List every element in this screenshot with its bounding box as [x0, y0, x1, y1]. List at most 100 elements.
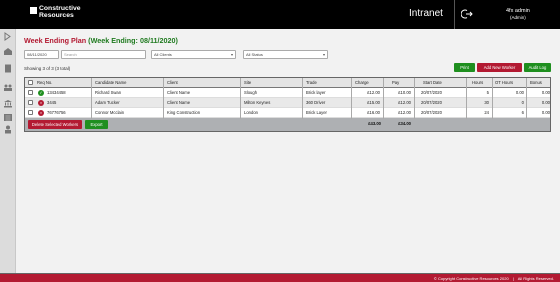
- top-bar: Constructive Resources Intranet 4fx admi…: [0, 0, 560, 29]
- status-select-value: All Status: [246, 52, 263, 57]
- date-input[interactable]: 08/11/2020: [24, 50, 59, 59]
- table-header-row: Req No. Candidate Name Client Site Trade…: [25, 78, 550, 88]
- audit-log-button[interactable]: Audit Log: [524, 63, 551, 72]
- bonus-value: 0.00: [541, 90, 550, 95]
- workers-table: Req No. Candidate Name Client Site Trade…: [24, 77, 551, 132]
- column-divider: [302, 78, 303, 119]
- column-divider: [91, 78, 92, 119]
- column-divider: [351, 78, 352, 119]
- app-title: Intranet: [409, 8, 443, 19]
- footer: © Copyright Constructive Resources 2020 …: [0, 273, 560, 282]
- client-name: Client Name: [167, 90, 191, 95]
- start-date: 20/07/2020: [421, 110, 442, 115]
- column-divider: [466, 78, 467, 119]
- search-input[interactable]: Search: [61, 50, 146, 59]
- bonus-value: 0.00: [541, 100, 550, 105]
- list-icon[interactable]: [3, 113, 13, 122]
- brand-line-2: Resources: [39, 12, 74, 19]
- print-button[interactable]: Print: [454, 63, 475, 72]
- main-content: Week Ending Plan (Week Ending: 08/11/202…: [16, 29, 560, 273]
- column-divider: [492, 78, 493, 119]
- user-role: (Admin): [510, 15, 526, 20]
- people-icon[interactable]: [3, 83, 13, 92]
- hours-value: 30: [484, 100, 489, 105]
- table-row[interactable]: ✓ 13434458 Richard Swan Client Name Slou…: [25, 88, 550, 98]
- trade-name: 360 Driver: [306, 100, 326, 105]
- column-divider: [163, 78, 164, 119]
- ot-hours-value: 0.00: [515, 90, 524, 95]
- page-title: Week Ending Plan (Week Ending: 08/11/202…: [24, 36, 178, 45]
- ot-hours-value: 6: [521, 110, 524, 115]
- rights-label: All Rights Reserved.: [517, 276, 554, 281]
- site-name: Slough: [244, 90, 258, 95]
- pay-value: £10.00: [398, 90, 411, 95]
- pay-value: £12.00: [398, 100, 411, 105]
- client-select-value: All Clients: [154, 52, 172, 57]
- delete-selected-button[interactable]: Delete Selected Workers: [28, 120, 82, 129]
- bonus-value: 0.00: [541, 110, 550, 115]
- document-icon[interactable]: [3, 64, 13, 73]
- table-footer: Delete Selected Workers Export £43.00 £3…: [25, 118, 550, 131]
- chevron-down-icon: ▾: [230, 52, 233, 57]
- logout-icon[interactable]: [460, 7, 475, 21]
- column-header[interactable]: OT Hours: [495, 78, 526, 88]
- req-number: 13434458: [47, 90, 66, 95]
- user-icon[interactable]: [3, 125, 13, 134]
- column-divider: [240, 78, 241, 119]
- row-checkbox[interactable]: [28, 110, 33, 115]
- row-checkbox[interactable]: [28, 100, 33, 105]
- header-divider: [454, 0, 455, 29]
- results-summary: Showing 3 of 3 (3 total): [24, 66, 71, 71]
- column-header[interactable]: Bonus: [530, 78, 552, 88]
- copyright-label: © Copyright Constructive Resources 2020: [433, 276, 509, 281]
- logo-icon: [30, 7, 37, 14]
- table-row[interactable]: × 3445 Adam Tucker Client Name Milton Ke…: [25, 98, 550, 108]
- client-select[interactable]: All Clients ▾: [151, 50, 236, 59]
- column-header[interactable]: Pay: [392, 78, 407, 88]
- charge-value: £12.00: [367, 90, 380, 95]
- footer-separator: |: [512, 276, 514, 281]
- client-name: Client Name: [167, 100, 191, 105]
- status-check-icon: ✓: [38, 90, 44, 96]
- status-select[interactable]: All Status ▾: [243, 50, 328, 59]
- status-cross-icon: ×: [38, 110, 44, 116]
- hours-value: 24: [484, 110, 489, 115]
- site-name: London: [244, 110, 258, 115]
- column-header[interactable]: Site: [244, 78, 301, 88]
- column-header[interactable]: Charge: [355, 78, 379, 88]
- week-ending-text: (Week Ending: 08/11/2020): [88, 36, 178, 45]
- site-name: Milton Keynes: [244, 100, 271, 105]
- column-header[interactable]: Candidate Name: [95, 78, 162, 88]
- candidate-name: Richard Swan: [95, 90, 122, 95]
- candidate-name: Connor Mcclain: [95, 110, 125, 115]
- add-worker-button[interactable]: Add New Worker: [477, 63, 522, 72]
- charge-value: £15.00: [367, 100, 380, 105]
- start-date: 20/07/2020: [421, 90, 442, 95]
- column-header[interactable]: Trade: [306, 78, 351, 88]
- logo[interactable]: Constructive Resources: [30, 5, 90, 23]
- column-header[interactable]: Req No.: [37, 78, 81, 88]
- pay-total: £34.00: [398, 121, 411, 126]
- ot-hours-value: 0: [521, 100, 524, 105]
- table-row[interactable]: × 76776756 Connor Mcclain King Construct…: [25, 108, 550, 118]
- req-number: 76776756: [47, 110, 66, 115]
- candidate-name: Adam Tucker: [95, 100, 120, 105]
- user-name[interactable]: 4fx admin: [506, 8, 530, 14]
- column-header[interactable]: Start Date: [423, 78, 452, 88]
- sidebar: [0, 29, 16, 273]
- export-button[interactable]: Export: [85, 120, 108, 129]
- menu-toggle-icon[interactable]: [3, 32, 13, 41]
- page-title-text: Week Ending Plan: [24, 36, 87, 45]
- row-checkbox[interactable]: [28, 90, 33, 95]
- charge-value: £16.00: [367, 110, 380, 115]
- copyright-text: © Copyright Constructive Resources 2020 …: [434, 276, 554, 281]
- bank-icon[interactable]: [3, 99, 13, 108]
- select-all-checkbox[interactable]: [28, 80, 33, 85]
- column-header[interactable]: Client: [167, 78, 239, 88]
- trade-name: Brick Layer: [306, 110, 327, 115]
- charge-total: £43.00: [368, 121, 381, 126]
- pay-value: £12.00: [398, 110, 411, 115]
- column-header[interactable]: Hours: [472, 78, 492, 88]
- home-icon[interactable]: [3, 47, 13, 56]
- column-divider: [383, 78, 384, 119]
